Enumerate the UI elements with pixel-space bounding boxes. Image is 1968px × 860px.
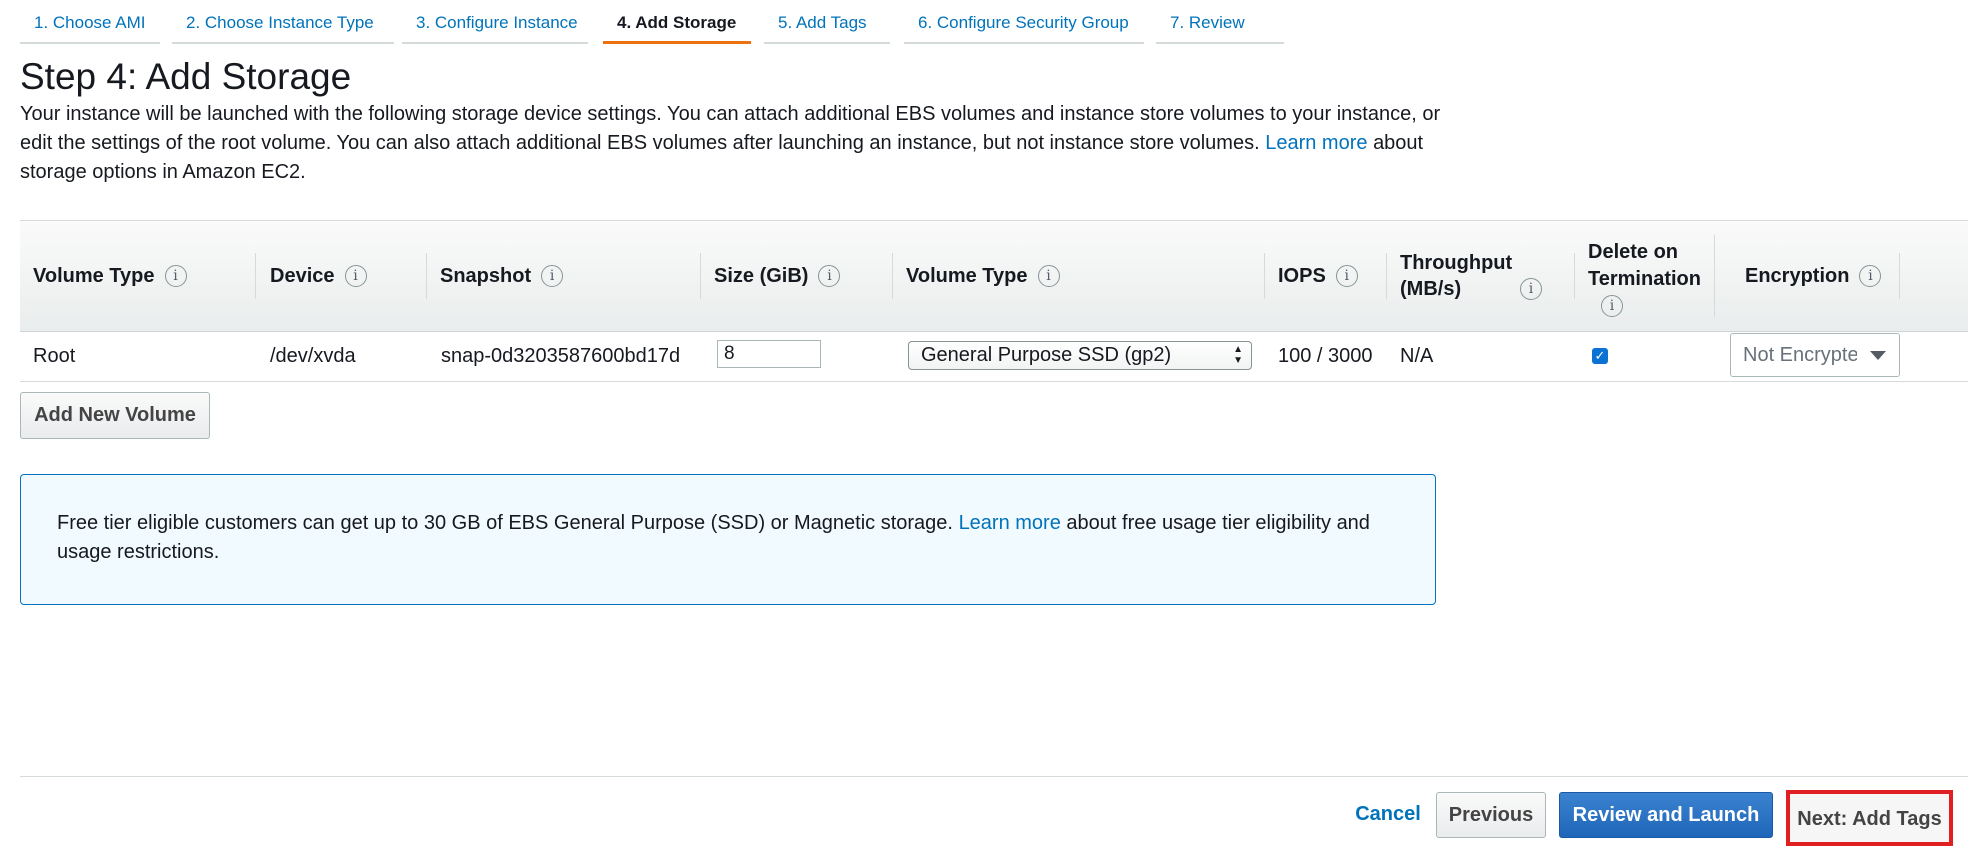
tab-configure-instance[interactable]: 3. Configure Instance bbox=[402, 0, 588, 44]
footer-divider bbox=[20, 776, 1968, 777]
learn-more-free-tier-link[interactable]: Learn more bbox=[959, 512, 1061, 534]
info-icon[interactable]: i bbox=[541, 265, 564, 287]
volume-type-select[interactable]: General Purpose SSD (gp2) ▲ ▼ bbox=[908, 341, 1252, 370]
caret-down-icon bbox=[1857, 334, 1899, 376]
encryption-select[interactable]: Not Encrypted bbox=[1730, 333, 1900, 377]
info-icon[interactable]: i bbox=[1859, 265, 1882, 287]
notice-text: Free tier eligible customers can get up … bbox=[57, 512, 953, 534]
column-divider bbox=[1899, 253, 1900, 299]
column-label: Volume Type bbox=[906, 264, 1028, 287]
info-icon[interactable]: i bbox=[1037, 265, 1060, 287]
previous-button[interactable]: Previous bbox=[1436, 792, 1546, 838]
tab-add-tags[interactable]: 5. Add Tags bbox=[764, 0, 890, 44]
intro-body: Your instance will be launched with the … bbox=[20, 103, 1441, 154]
cell-iops: 100 / 3000 bbox=[1278, 345, 1373, 367]
column-label: Delete on Termination bbox=[1588, 241, 1701, 290]
column-label: Size (GiB) bbox=[714, 264, 809, 287]
column-label: Encryption bbox=[1745, 264, 1850, 287]
cell-volume-type: Root bbox=[33, 345, 76, 367]
delete-on-termination-checkbox[interactable]: ✓ bbox=[1592, 348, 1608, 364]
storage-table-header: Volume Type i Device i Snapshot i Size (… bbox=[20, 220, 1968, 332]
info-icon[interactable]: i bbox=[818, 265, 841, 287]
column-label: Snapshot bbox=[440, 264, 532, 287]
column-header-device: Device i bbox=[256, 221, 427, 331]
cell-device: /dev/xvda bbox=[270, 345, 356, 367]
review-and-launch-button[interactable]: Review and Launch bbox=[1559, 792, 1773, 838]
checkmark-icon: ✓ bbox=[1594, 348, 1606, 363]
column-label: Device bbox=[270, 264, 335, 287]
column-header-ebs-volume-type: Volume Type i bbox=[893, 221, 1265, 331]
tab-configure-security-group[interactable]: 6. Configure Security Group bbox=[904, 0, 1144, 44]
column-header-throughput: Throughput (MB/s) i bbox=[1387, 221, 1575, 331]
free-tier-notice: Free tier eligible customers can get up … bbox=[20, 474, 1436, 605]
info-icon[interactable]: i bbox=[1601, 295, 1623, 317]
tab-choose-instance-type[interactable]: 2. Choose Instance Type bbox=[172, 0, 394, 44]
info-icon[interactable]: i bbox=[1520, 278, 1542, 300]
column-header-encryption: Encryption i bbox=[1715, 221, 1900, 331]
column-label: Throughput (MB/s) bbox=[1400, 252, 1513, 300]
column-label: IOPS bbox=[1278, 264, 1326, 287]
tab-choose-ami[interactable]: 1. Choose AMI bbox=[20, 0, 160, 44]
tab-add-storage[interactable]: 4. Add Storage bbox=[603, 0, 751, 44]
tab-review[interactable]: 7. Review bbox=[1156, 0, 1284, 44]
encryption-value: Not Encrypted bbox=[1743, 344, 1870, 366]
info-icon[interactable]: i bbox=[344, 265, 367, 287]
page-title: Step 4: Add Storage bbox=[20, 56, 352, 97]
cell-snapshot: snap-0d3203587600bd17d bbox=[441, 345, 681, 367]
column-header-delete-on-termination: Delete on Termination i bbox=[1575, 221, 1715, 331]
volume-type-value: General Purpose SSD (gp2) bbox=[921, 344, 1172, 366]
learn-more-storage-link[interactable]: Learn more bbox=[1265, 132, 1367, 154]
size-input[interactable] bbox=[717, 340, 821, 368]
info-icon[interactable]: i bbox=[1335, 265, 1358, 287]
cell-throughput: N/A bbox=[1400, 345, 1434, 367]
cancel-button[interactable]: Cancel bbox=[1340, 790, 1436, 838]
next-add-tags-button[interactable]: Next: Add Tags bbox=[1786, 790, 1953, 846]
column-header-iops: IOPS i bbox=[1265, 221, 1387, 331]
column-label: Volume Type bbox=[33, 264, 155, 287]
column-header-snapshot: Snapshot i bbox=[427, 221, 701, 331]
column-header-volume-type: Volume Type i bbox=[20, 221, 256, 331]
info-icon[interactable]: i bbox=[164, 265, 187, 287]
intro-text: Your instance will be launched with the … bbox=[20, 100, 1460, 187]
up-down-arrows-icon: ▲ ▼ bbox=[1233, 344, 1243, 366]
add-new-volume-button[interactable]: Add New Volume bbox=[20, 392, 210, 439]
column-header-size: Size (GiB) i bbox=[701, 221, 893, 331]
